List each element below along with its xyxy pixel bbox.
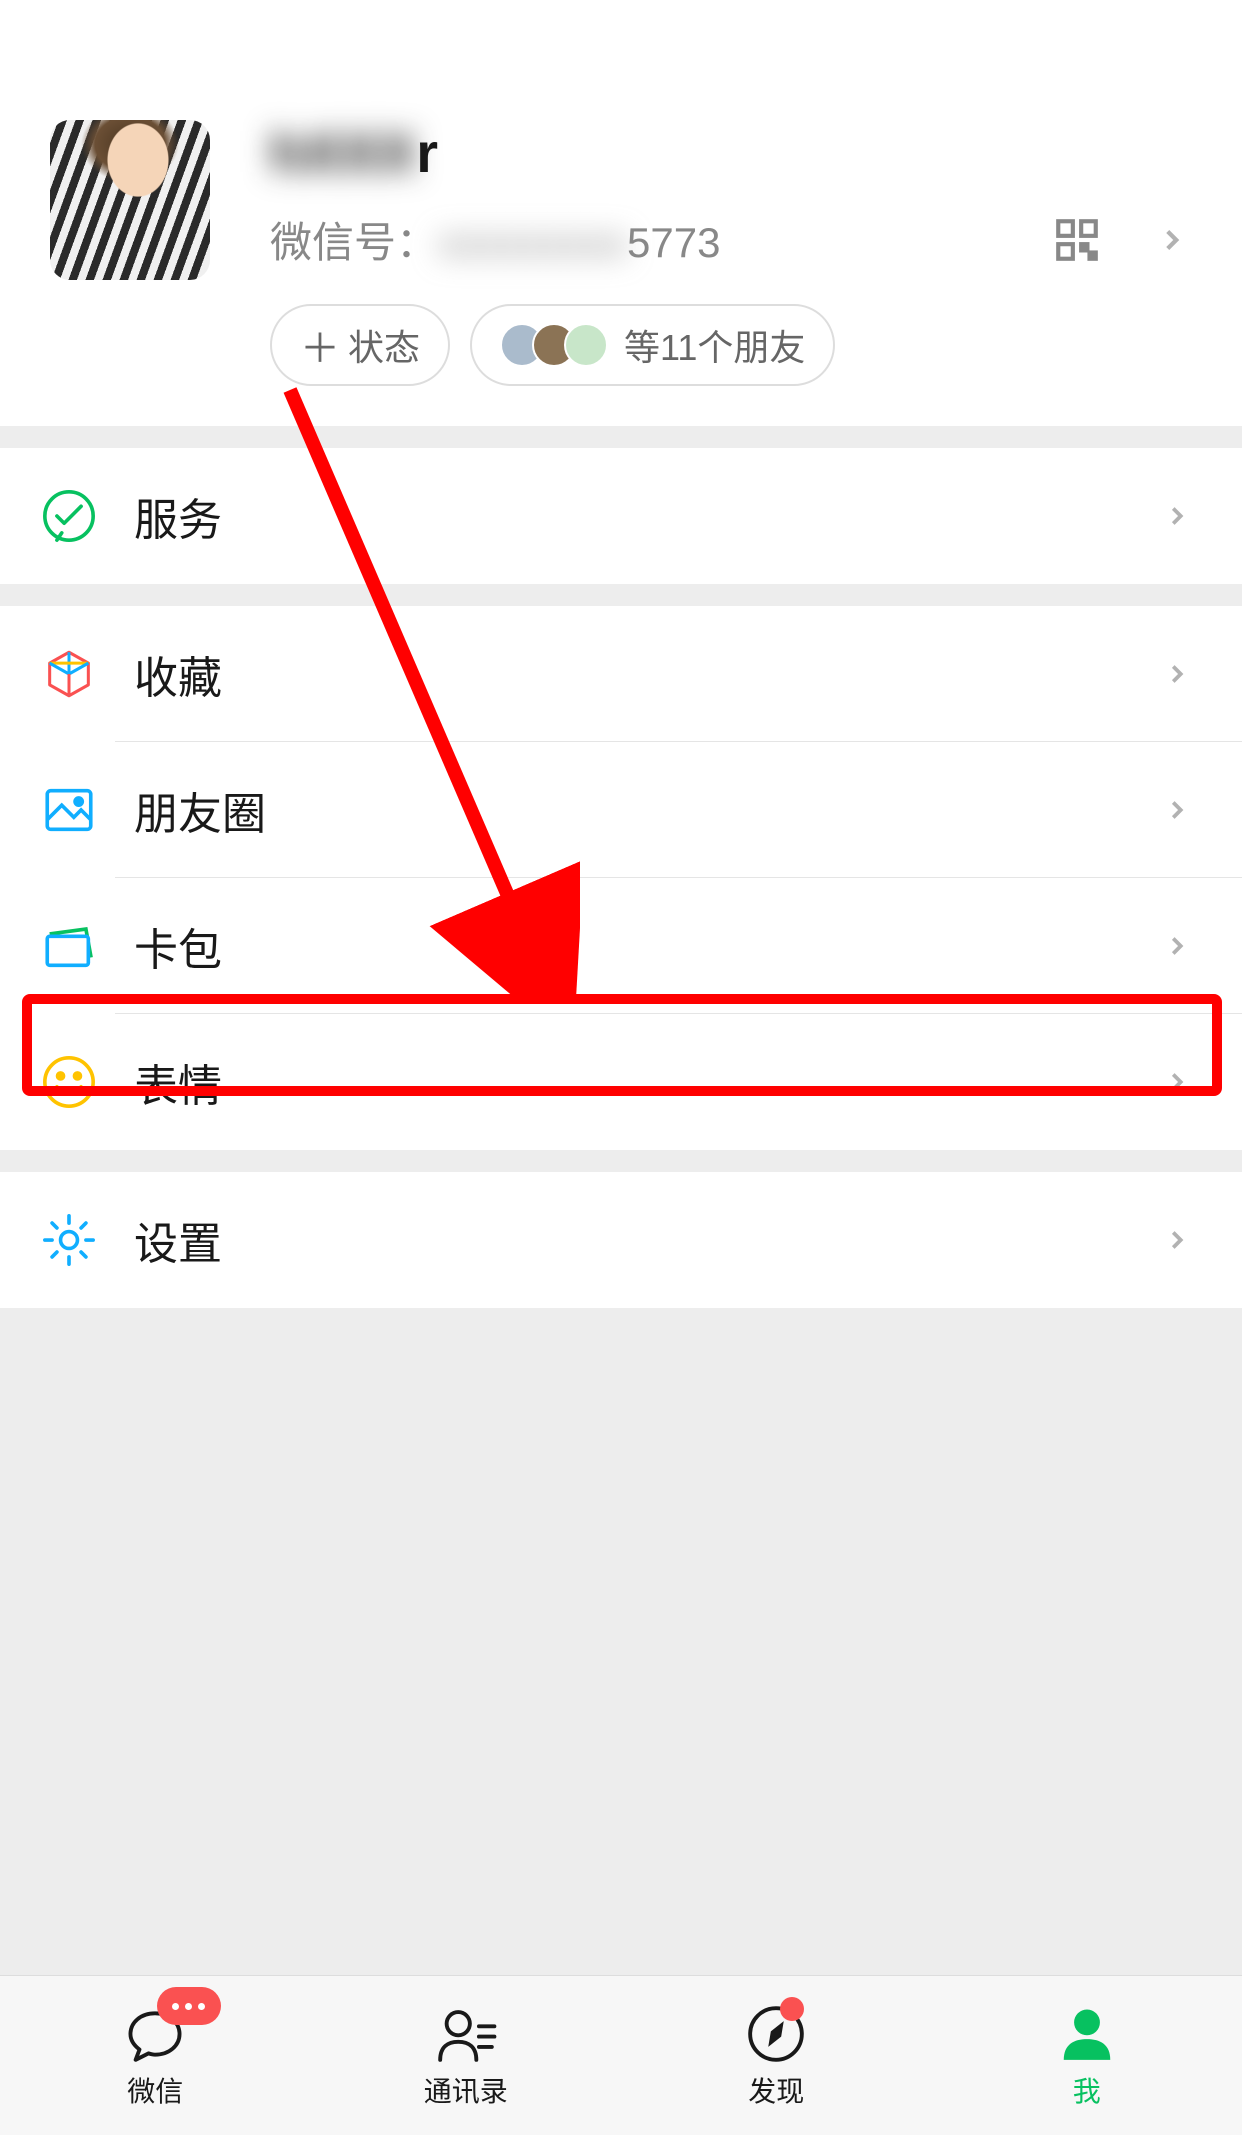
menu-item-settings[interactable]: 设置 <box>0 1172 1242 1308</box>
profile-section[interactable]: hXXXr 微信号：xxxxxxxxx5773 <box>0 0 1242 426</box>
menu-label: 卡包 <box>134 914 1162 978</box>
badge-dot-icon <box>780 1997 804 2021</box>
profile-info: hXXXr 微信号：xxxxxxxxx5773 <box>210 120 1192 386</box>
chevron-right-icon <box>1162 931 1192 961</box>
tab-discover[interactable]: 发现 <box>621 1976 932 2135</box>
status-row: ＋ 状态 等11个朋友 <box>270 304 1192 386</box>
qr-code-icon[interactable] <box>1052 215 1102 265</box>
badge-icon <box>157 1987 221 2025</box>
menu-label: 收藏 <box>134 642 1162 706</box>
tabbar: 微信 通讯录 发现 <box>0 1975 1242 2135</box>
nickname: hXXXr <box>270 120 1192 185</box>
menu-group-features: 收藏 朋友圈 卡包 <box>0 606 1242 1150</box>
settings-icon <box>40 1211 98 1269</box>
me-icon <box>1049 2001 1124 2066</box>
menu-item-stickers[interactable]: 表情 <box>0 1014 1242 1150</box>
menu-item-moments[interactable]: 朋友圈 <box>0 742 1242 878</box>
tab-label: 微信 <box>127 2070 183 2110</box>
tab-label: 通讯录 <box>424 2070 508 2110</box>
friends-status-button[interactable]: 等11个朋友 <box>470 304 835 386</box>
chevron-right-icon <box>1152 220 1192 260</box>
favorites-icon <box>40 645 98 703</box>
tab-label: 我 <box>1073 2070 1101 2110</box>
menu-item-services[interactable]: 服务 <box>0 448 1242 584</box>
wechat-id-row: 微信号：xxxxxxxxx5773 <box>270 209 1192 270</box>
chevron-right-icon <box>1162 501 1192 531</box>
contacts-icon <box>428 2001 503 2066</box>
menu-label: 服务 <box>134 484 1162 548</box>
tab-contacts[interactable]: 通讯录 <box>311 1976 622 2135</box>
chevron-right-icon <box>1162 1067 1192 1097</box>
wechat-id: 微信号：xxxxxxxxx5773 <box>270 209 1032 270</box>
chat-icon <box>118 2001 193 2066</box>
menu-group-services: 服务 <box>0 448 1242 584</box>
menu-item-cards[interactable]: 卡包 <box>0 878 1242 1014</box>
tab-me[interactable]: 我 <box>932 1976 1242 2135</box>
services-icon <box>40 487 98 545</box>
stickers-icon <box>40 1053 98 1111</box>
menu-group-settings: 设置 <box>0 1172 1242 1308</box>
friend-avatars <box>500 323 608 367</box>
avatar[interactable] <box>50 120 210 280</box>
tab-label: 发现 <box>748 2070 804 2110</box>
menu-item-favorites[interactable]: 收藏 <box>0 606 1242 742</box>
menu-label: 朋友圈 <box>134 778 1162 842</box>
tab-wechat[interactable]: 微信 <box>0 1976 311 2135</box>
chevron-right-icon <box>1162 659 1192 689</box>
moments-icon <box>40 781 98 839</box>
menu-label: 设置 <box>134 1208 1162 1272</box>
cards-icon <box>40 917 98 975</box>
chevron-right-icon <box>1162 795 1192 825</box>
discover-icon <box>739 2001 814 2066</box>
menu-label: 表情 <box>134 1050 1162 1114</box>
status-button[interactable]: ＋ 状态 <box>270 304 450 386</box>
chevron-right-icon <box>1162 1225 1192 1255</box>
